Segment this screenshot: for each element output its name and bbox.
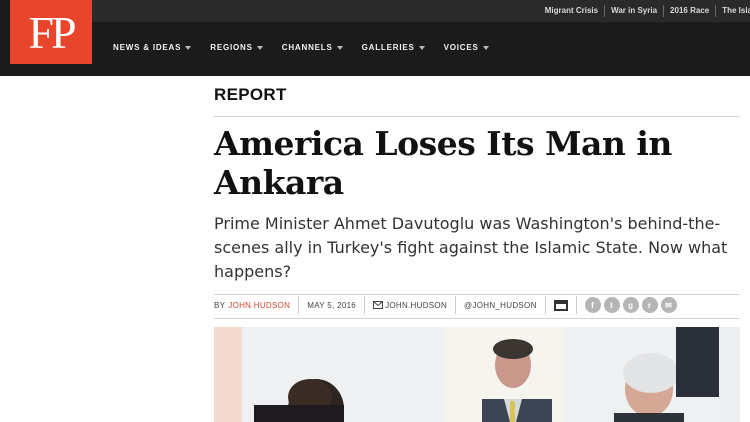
mail-icon — [373, 301, 384, 309]
facebook-icon[interactable]: f — [584, 297, 601, 313]
trending-link-2016-race[interactable]: 2016 Race — [663, 5, 715, 17]
share-buttons: f t g r ✉ — [575, 296, 685, 314]
nav-voices[interactable]: VOICES — [444, 43, 489, 52]
section-label[interactable]: REPORT — [214, 85, 287, 105]
author-twitter[interactable]: @JOHN_HUDSON — [455, 296, 545, 314]
nav-galleries-label: GALLERIES — [361, 43, 415, 52]
nav-channels-label: CHANNELS — [281, 43, 333, 52]
divider — [214, 294, 740, 295]
byline: BY JOHN HUDSON — [214, 296, 298, 314]
fp-logo-text: FP — [28, 7, 76, 58]
article-meta: BY JOHN HUDSON MAY 5, 2016 JOHN.HUDSON @… — [214, 296, 685, 314]
trending-link-war-in-syria[interactable]: War in Syria — [604, 5, 663, 17]
divider — [214, 116, 740, 117]
article-dek: Prime Minister Ahmet Davutoglu was Washi… — [214, 214, 728, 281]
trending-link-migrant-crisis[interactable]: Migrant Crisis — [539, 5, 604, 17]
main-nav: NEWS & IDEAS REGIONS CHANNELS GALLERIES … — [113, 43, 489, 52]
divider — [214, 318, 740, 319]
article-headline: America Loses Its Man in Ankara — [214, 124, 672, 202]
trending-link-islamic-state[interactable]: The Isla — [715, 5, 750, 17]
article-lead-photo — [214, 327, 740, 422]
nav-channels[interactable]: CHANNELS — [282, 43, 343, 52]
chevron-down-icon — [185, 45, 192, 50]
byline-prefix: BY — [214, 300, 226, 310]
google-plus-icon[interactable]: g — [622, 297, 639, 313]
nav-regions[interactable]: REGIONS — [210, 43, 263, 52]
reddit-icon[interactable]: r — [641, 297, 658, 313]
nav-news-ideas-label: NEWS & IDEAS — [113, 43, 182, 52]
nav-regions-label: REGIONS — [210, 43, 253, 52]
print-icon — [553, 299, 568, 311]
chevron-down-icon — [418, 45, 425, 50]
chevron-down-icon — [336, 45, 343, 50]
author-email-label: JOHN.HUDSON — [385, 300, 448, 310]
site-header: Migrant Crisis War in Syria 2016 Race Th… — [0, 0, 750, 76]
twitter-icon[interactable]: t — [603, 297, 620, 313]
chevron-down-icon — [482, 45, 489, 50]
nav-news-ideas[interactable]: NEWS & IDEAS — [113, 43, 192, 52]
trending-links: Migrant Crisis War in Syria 2016 Race Th… — [539, 5, 750, 17]
publish-date: MAY 5, 2016 — [298, 296, 364, 314]
email-share-icon[interactable]: ✉ — [660, 297, 677, 313]
lead-photo-illustration — [214, 327, 740, 422]
trending-bar: Migrant Crisis War in Syria 2016 Race Th… — [92, 0, 750, 22]
fp-logo[interactable]: FP — [10, 0, 92, 64]
author-link[interactable]: JOHN HUDSON — [228, 301, 290, 310]
author-email[interactable]: JOHN.HUDSON — [364, 296, 455, 314]
nav-voices-label: VOICES — [443, 43, 479, 52]
nav-galleries[interactable]: GALLERIES — [362, 43, 425, 52]
chevron-down-icon — [256, 45, 263, 50]
print-button[interactable] — [544, 296, 576, 314]
